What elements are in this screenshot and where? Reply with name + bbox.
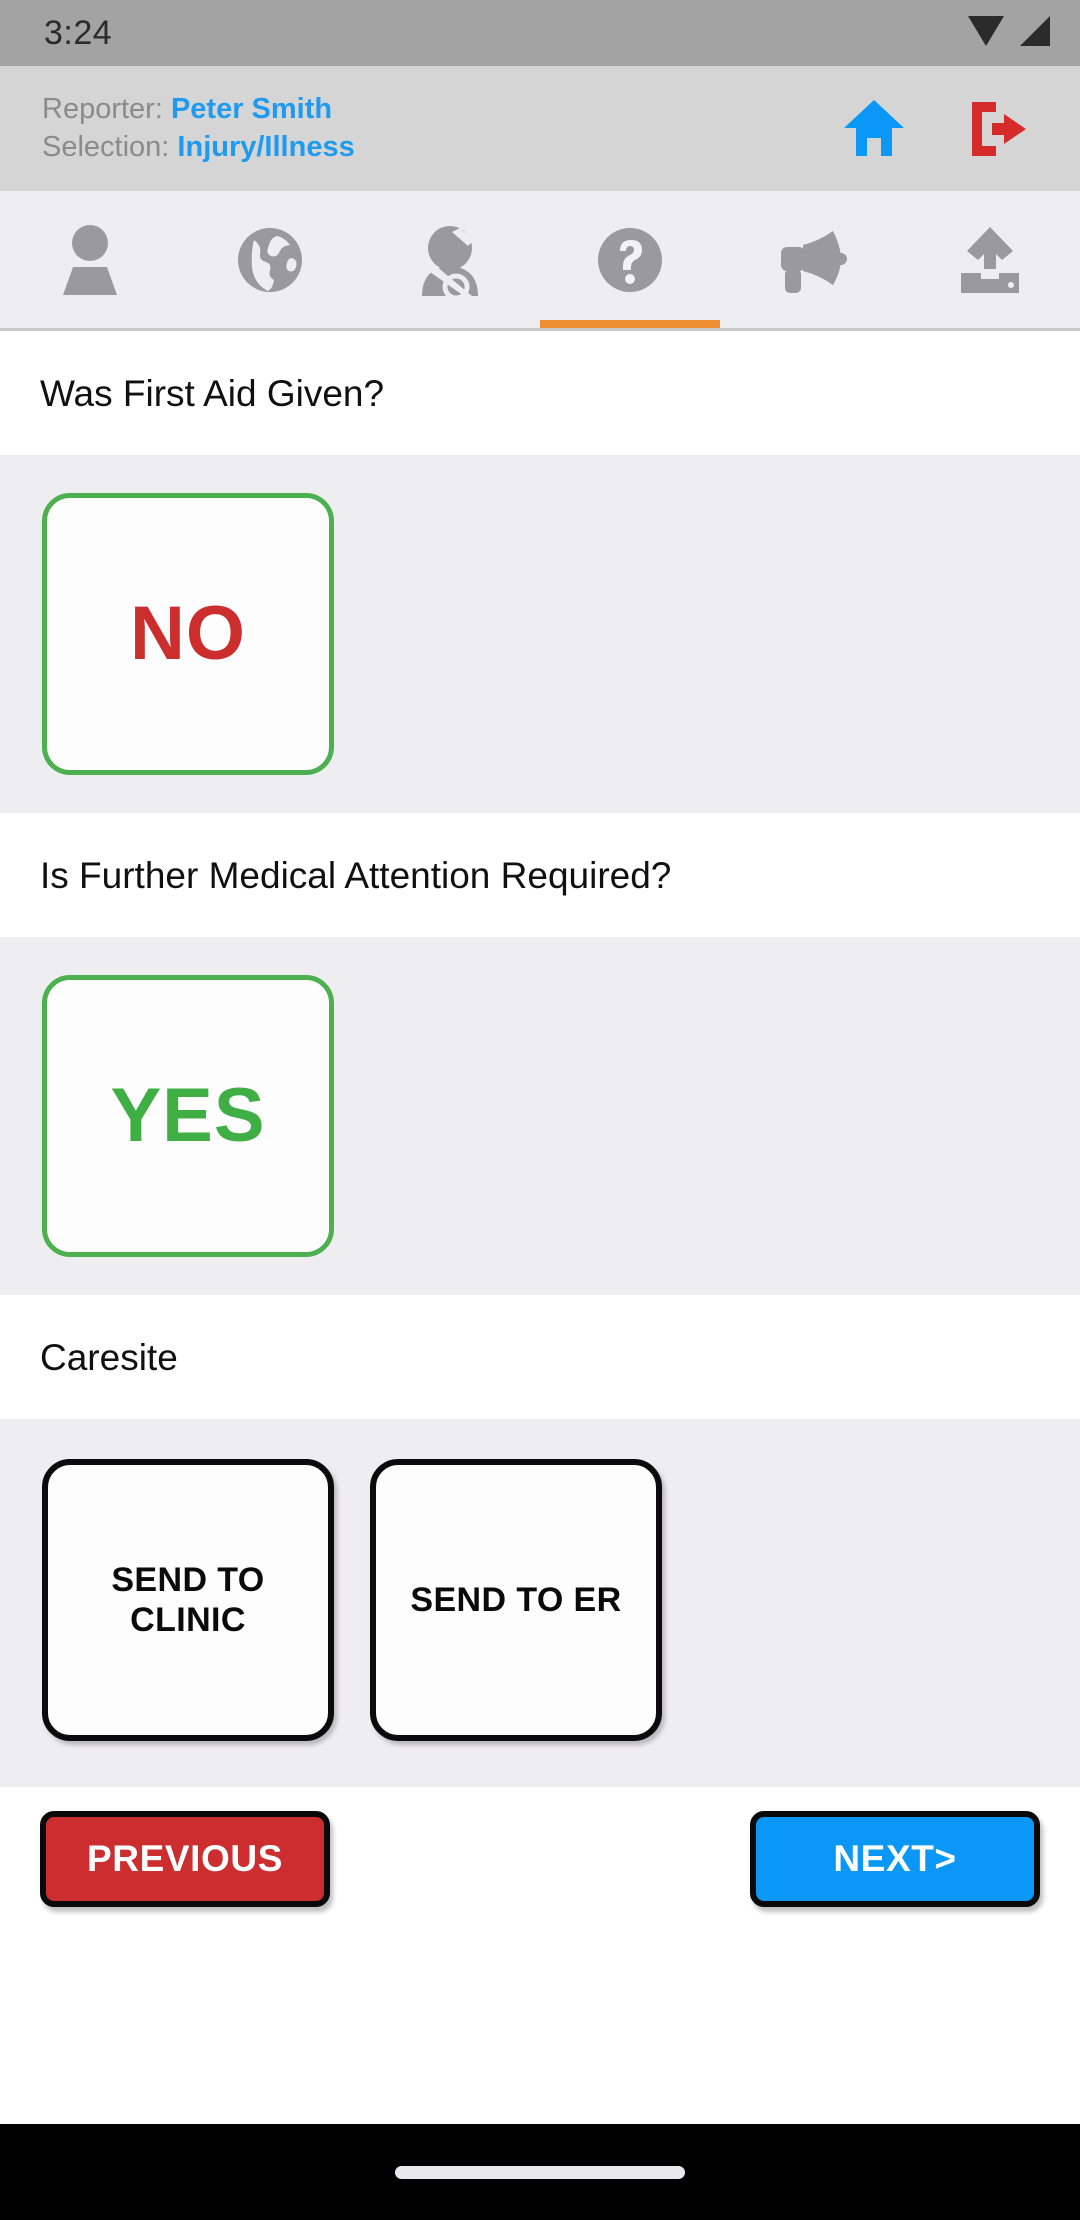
selection-label: Selection: [42, 130, 170, 163]
form-content: Was First Aid Given? NO Is Further Medic… [0, 331, 1080, 2124]
status-time: 3:24 [44, 13, 113, 52]
question-row-caresite: Caresite [0, 1295, 1080, 1419]
option-button-send-to-er[interactable]: SEND TO ER [370, 1459, 662, 1741]
reporter-value: Peter Smith [170, 93, 333, 126]
upload-icon [961, 226, 1019, 293]
option-button-send-to-clinic[interactable]: SEND TO CLINIC [42, 1459, 334, 1741]
wifi-icon [966, 14, 1006, 53]
tab-questions[interactable] [540, 191, 720, 328]
wizard-footer: PREVIOUS NEXT> [0, 1787, 1080, 1937]
globe-icon [238, 227, 302, 292]
header-actions [842, 98, 1046, 160]
tab-injured-person[interactable] [360, 191, 540, 328]
app-screen: 3:24 Reporter: Peter Smith Selection: In… [0, 0, 1080, 2220]
tab-person[interactable] [0, 191, 180, 328]
tab-notify[interactable] [720, 191, 900, 328]
tab-globe[interactable] [180, 191, 360, 328]
system-navigation-bar [0, 2124, 1080, 2220]
option-button-no[interactable]: NO [42, 493, 334, 775]
content-spacer [0, 1937, 1080, 2124]
next-button[interactable]: NEXT> [750, 1811, 1040, 1907]
question-label: Caresite [40, 1337, 178, 1378]
tab-bar [0, 191, 1080, 331]
question-circle-icon [598, 227, 662, 292]
status-bar: 3:24 [0, 0, 1080, 66]
answer-row-first-aid: NO [0, 455, 1080, 813]
person-icon [63, 224, 117, 295]
question-label: Was First Aid Given? [40, 373, 385, 414]
answer-row-caresite: SEND TO CLINIC SEND TO ER [0, 1419, 1080, 1787]
gesture-handle[interactable] [395, 2165, 685, 2179]
question-row-first-aid: Was First Aid Given? [0, 331, 1080, 455]
app-header: Reporter: Peter Smith Selection: Injury/… [0, 66, 1080, 191]
logout-icon[interactable] [968, 98, 1030, 160]
answer-row-medical-attention: YES [0, 937, 1080, 1295]
option-label: SEND TO CLINIC [111, 1560, 265, 1639]
cell-signal-icon [1016, 14, 1054, 53]
question-row-medical-attention: Is Further Medical Attention Required? [0, 813, 1080, 937]
option-label: NO [130, 591, 246, 677]
megaphone-icon [781, 230, 847, 293]
selection-value: Injury/Illness [177, 130, 355, 163]
status-icon-group [966, 14, 1054, 53]
header-meta: Reporter: Peter Smith Selection: Injury/… [42, 91, 355, 165]
previous-button[interactable]: PREVIOUS [40, 1811, 330, 1907]
selection-row: Selection: Injury/Illness [42, 129, 355, 166]
tab-submit[interactable] [900, 191, 1080, 328]
option-label: SEND TO ER [410, 1580, 622, 1619]
home-icon[interactable] [842, 98, 906, 160]
option-label: YES [110, 1073, 266, 1159]
reporter-row: Reporter: Peter Smith [42, 91, 355, 128]
reporter-label: Reporter: [42, 93, 163, 126]
injured-person-icon [422, 225, 478, 298]
option-button-yes[interactable]: YES [42, 975, 334, 1257]
question-label: Is Further Medical Attention Required? [40, 855, 672, 896]
